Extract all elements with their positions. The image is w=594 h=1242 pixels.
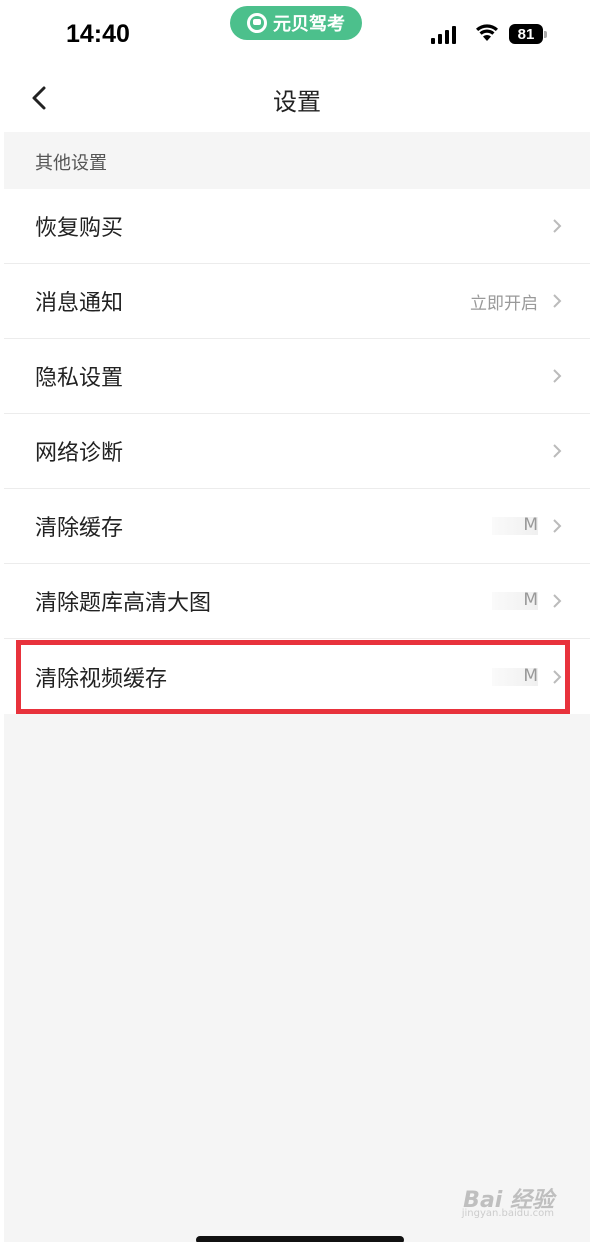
item-label: 清除题库高清大图 [35, 591, 212, 616]
chevron-right-icon [553, 294, 562, 308]
app-pill-label: 元贝驾考 [273, 14, 345, 35]
status-time: 14:40 [66, 20, 130, 48]
settings-item-clear-hd-images[interactable]: 清除题库高清大图 M [4, 564, 590, 639]
item-label: 清除缓存 [35, 516, 124, 541]
item-label: 隐私设置 [35, 366, 124, 391]
app-return-pill[interactable]: 元贝驾考 [230, 6, 362, 40]
cellular-signal-icon [431, 26, 456, 44]
chevron-right-icon [553, 519, 562, 533]
chevron-right-icon [553, 444, 562, 458]
hd-images-size-value: M [492, 590, 538, 610]
settings-screen: 14:40 元贝驾考 81 设置 其他设置 恢复购买 消息通知 立即开启 隐私设… [0, 0, 594, 1242]
settings-item-restore-purchase[interactable]: 恢复购买 [4, 189, 590, 264]
chevron-right-icon [553, 594, 562, 608]
page-title: 设置 [273, 88, 321, 116]
chevron-right-icon [553, 369, 562, 383]
settings-item-network-diagnosis[interactable]: 网络诊断 [4, 414, 590, 489]
section-header: 其他设置 [4, 132, 590, 189]
status-bar: 14:40 元贝驾考 81 [4, 0, 590, 62]
settings-item-privacy[interactable]: 隐私设置 [4, 339, 590, 414]
item-label: 网络诊断 [35, 441, 124, 466]
cache-size-value: M [492, 515, 538, 535]
navigation-bar: 设置 [4, 62, 590, 132]
chevron-right-icon [553, 219, 562, 233]
item-value: 立即开启 [470, 293, 538, 314]
item-label: 清除视频缓存 [35, 666, 168, 692]
settings-list: 恢复购买 消息通知 立即开启 隐私设置 网络诊断 清除缓存 M 清除题库高清大图… [4, 189, 590, 714]
battery-level: 81 [517, 25, 535, 43]
chevron-right-icon [553, 669, 562, 684]
watermark-url: jingyan.baidu.com [461, 1208, 554, 1219]
steering-wheel-icon [247, 13, 267, 33]
home-indicator[interactable] [196, 1236, 404, 1242]
settings-item-clear-video-cache[interactable]: 清除视频缓存 M [4, 639, 590, 714]
item-label: 消息通知 [35, 291, 124, 316]
battery-icon: 81 [509, 24, 547, 44]
settings-item-notifications[interactable]: 消息通知 立即开启 [4, 264, 590, 339]
video-cache-size-value: M [492, 666, 538, 686]
wifi-icon [476, 24, 498, 41]
baidu-watermark: Bai 经验 jingyan.baidu.com [462, 1182, 554, 1219]
settings-item-clear-cache[interactable]: 清除缓存 M [4, 489, 590, 564]
item-label: 恢复购买 [35, 216, 124, 241]
